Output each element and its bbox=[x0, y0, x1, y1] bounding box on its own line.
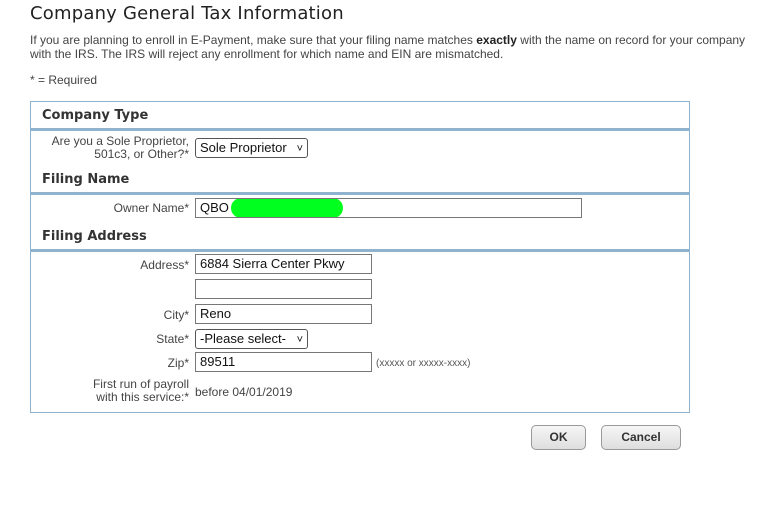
ok-button[interactable]: OK bbox=[531, 425, 586, 450]
company-type-label: Are you a Sole Proprietor, 501c3, or Oth… bbox=[52, 135, 189, 161]
intro-text-start: If you are planning to enroll in E-Payme… bbox=[30, 33, 477, 47]
chevron-down-icon: ˅ bbox=[296, 143, 303, 155]
owner-name-value: QBO bbox=[200, 200, 229, 215]
intro-text-emphasis: exactly bbox=[476, 33, 517, 47]
payroll-start-label: First run of payroll with this service:* bbox=[93, 378, 189, 404]
required-note: * = Required bbox=[30, 73, 98, 87]
zip-format-hint: (xxxxx or xxxxx-xxxx) bbox=[376, 358, 471, 369]
zip-label: Zip* bbox=[167, 356, 189, 370]
company-type-label-line2: 501c3, or Other?* bbox=[94, 147, 189, 161]
address-label: Address* bbox=[140, 258, 189, 272]
company-type-select[interactable]: Sole Proprietor ˅ bbox=[195, 138, 308, 158]
owner-name-label: Owner Name* bbox=[113, 201, 189, 215]
state-select[interactable]: -Please select- ˅ bbox=[195, 329, 308, 349]
company-type-selected-value: Sole Proprietor bbox=[200, 140, 287, 155]
state-label: State* bbox=[156, 332, 189, 346]
filing-address-heading: Filing Address bbox=[42, 229, 147, 244]
redaction-mark bbox=[231, 199, 343, 217]
owner-name-input[interactable]: QBO bbox=[195, 198, 582, 218]
filing-name-heading: Filing Name bbox=[42, 172, 130, 187]
address-line1-input[interactable]: 6884 Sierra Center Pkwy bbox=[195, 254, 372, 274]
city-label: City* bbox=[163, 308, 189, 322]
payroll-start-label-line2: with this service:* bbox=[96, 390, 189, 404]
city-input[interactable]: Reno bbox=[195, 304, 372, 324]
company-type-heading: Company Type bbox=[42, 108, 149, 123]
tax-info-panel: Company Type Are you a Sole Proprietor, … bbox=[30, 101, 690, 413]
filing-name-separator bbox=[31, 192, 689, 195]
zip-input[interactable]: 89511 bbox=[195, 352, 372, 372]
chevron-down-icon: ˅ bbox=[296, 334, 303, 346]
payroll-start-value: before 04/01/2019 bbox=[195, 385, 293, 399]
address-line2-input[interactable] bbox=[195, 279, 372, 299]
intro-text: If you are planning to enroll in E-Payme… bbox=[30, 33, 760, 61]
company-type-separator bbox=[31, 128, 689, 131]
state-selected-value: -Please select- bbox=[200, 331, 286, 346]
filing-address-separator bbox=[31, 249, 689, 252]
page-title: Company General Tax Information bbox=[30, 3, 344, 24]
cancel-button[interactable]: Cancel bbox=[601, 425, 681, 450]
